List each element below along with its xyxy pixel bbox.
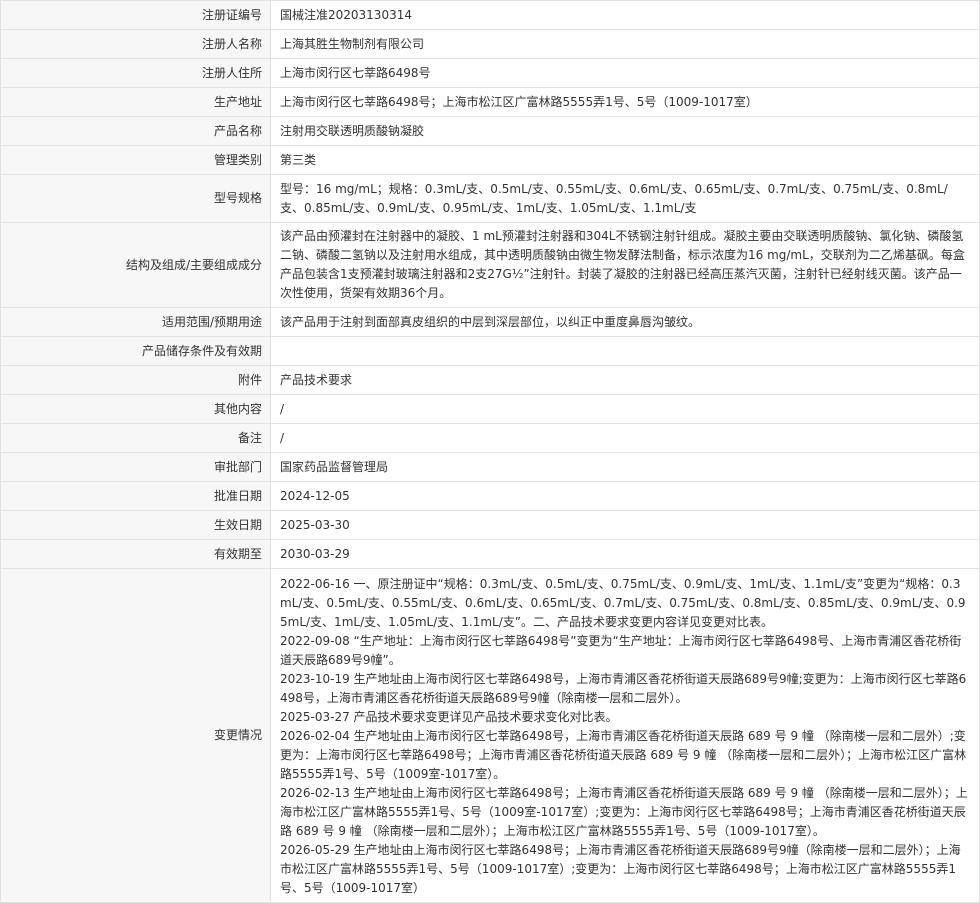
field-value: 上海市闵行区七莘路6498号 <box>270 58 980 88</box>
field-label: 结构及组成/主要组成成分 <box>0 222 271 308</box>
row-effective-date: 生效日期 2025-03-30 <box>0 510 980 540</box>
field-value: 国械注准20203130314 <box>270 0 980 30</box>
field-label: 产品名称 <box>0 116 271 146</box>
field-label: 生效日期 <box>0 510 271 540</box>
field-label: 审批部门 <box>0 452 271 482</box>
row-structure-composition: 结构及组成/主要组成成分 该产品由预灌封在注射器中的凝胶、1 mL预灌封注射器和… <box>0 222 980 308</box>
field-value: 2030-03-29 <box>270 539 980 569</box>
field-value <box>270 336 980 366</box>
row-attachment: 附件 产品技术要求 <box>0 365 980 395</box>
field-label: 产品储存条件及有效期 <box>0 336 271 366</box>
field-value: 2024-12-05 <box>270 481 980 511</box>
field-value: / <box>270 394 980 424</box>
change-entry: 2023-10-19 生产地址由上海市闵行区七莘路6498号，上海市青浦区香花桥… <box>280 672 967 705</box>
field-value: 2025-03-30 <box>270 510 980 540</box>
row-approval-department: 审批部门 国家药品监督管理局 <box>0 452 980 482</box>
field-value: 上海市闵行区七莘路6498号；上海市松江区广富林路5555弄1号、5号（1009… <box>270 87 980 117</box>
change-entry: 2022-06-16 一、原注册证中“规格：0.3mL/支、0.5mL/支、0.… <box>280 577 966 629</box>
field-label: 注册人住所 <box>0 58 271 88</box>
field-label: 适用范围/预期用途 <box>0 307 271 337</box>
field-label: 附件 <box>0 365 271 395</box>
field-label: 其他内容 <box>0 394 271 424</box>
row-approval-date: 批准日期 2024-12-05 <box>0 481 980 511</box>
field-label: 管理类别 <box>0 145 271 175</box>
field-value: 注射用交联透明质酸钠凝胶 <box>270 116 980 146</box>
registration-detail-table: 注册证编号 国械注准20203130314 注册人名称 上海其胜生物制剂有限公司… <box>0 0 980 903</box>
field-label: 批准日期 <box>0 481 271 511</box>
row-management-category: 管理类别 第三类 <box>0 145 980 175</box>
field-label: 有效期至 <box>0 539 271 569</box>
field-value: / <box>270 423 980 453</box>
field-label: 注册证编号 <box>0 0 271 30</box>
change-entry: 2026-02-04 生产地址由上海市闵行区七莘路6498号，上海市青浦区香花桥… <box>280 729 967 781</box>
change-history-list: 2022-06-16 一、原注册证中“规格：0.3mL/支、0.5mL/支、0.… <box>270 568 980 903</box>
row-intended-use: 适用范围/预期用途 该产品用于注射到面部真皮组织的中层到深层部位，以纠正中重度鼻… <box>0 307 980 337</box>
row-model-specification: 型号规格 型号：16 mg/mL；规格：0.3mL/支、0.5mL/支、0.55… <box>0 174 980 223</box>
field-label: 变更情况 <box>0 568 271 903</box>
field-value: 型号：16 mg/mL；规格：0.3mL/支、0.5mL/支、0.55mL/支、… <box>270 174 980 223</box>
row-registrant-address: 注册人住所 上海市闵行区七莘路6498号 <box>0 58 980 88</box>
field-value: 国家药品监督管理局 <box>270 452 980 482</box>
field-value: 该产品用于注射到面部真皮组织的中层到深层部位，以纠正中重度鼻唇沟皱纹。 <box>270 307 980 337</box>
row-registrant-name: 注册人名称 上海其胜生物制剂有限公司 <box>0 29 980 59</box>
field-label: 生产地址 <box>0 87 271 117</box>
field-value: 产品技术要求 <box>270 365 980 395</box>
row-change-history: 变更情况 2022-06-16 一、原注册证中“规格：0.3mL/支、0.5mL… <box>0 568 980 903</box>
row-other-content: 其他内容 / <box>0 394 980 424</box>
field-label: 注册人名称 <box>0 29 271 59</box>
field-label: 型号规格 <box>0 174 271 223</box>
row-production-address: 生产地址 上海市闵行区七莘路6498号；上海市松江区广富林路5555弄1号、5号… <box>0 87 980 117</box>
change-entry: 2025-03-27 产品技术要求变更详见产品技术要求变化对比表。 <box>280 710 618 724</box>
row-storage-conditions: 产品储存条件及有效期 <box>0 336 980 366</box>
row-registration-number: 注册证编号 国械注准20203130314 <box>0 0 980 30</box>
field-value: 第三类 <box>270 145 980 175</box>
change-entry: 2022-09-08 “生产地址：上海市闵行区七莘路6498号”变更为“生产地址… <box>280 634 962 667</box>
change-entry: 2026-02-13 生产地址由上海市闵行区七莘路6498号；上海市青浦区香花桥… <box>280 786 968 838</box>
field-label: 备注 <box>0 423 271 453</box>
row-product-name: 产品名称 注射用交联透明质酸钠凝胶 <box>0 116 980 146</box>
row-remarks: 备注 / <box>0 423 980 453</box>
field-value: 上海其胜生物制剂有限公司 <box>270 29 980 59</box>
row-expiry-date: 有效期至 2030-03-29 <box>0 539 980 569</box>
change-entry: 2026-05-29 生产地址由上海市闵行区七莘路6498号；上海市青浦区香花桥… <box>280 843 961 895</box>
field-value: 该产品由预灌封在注射器中的凝胶、1 mL预灌封注射器和304L不锈钢注射针组成。… <box>270 222 980 308</box>
